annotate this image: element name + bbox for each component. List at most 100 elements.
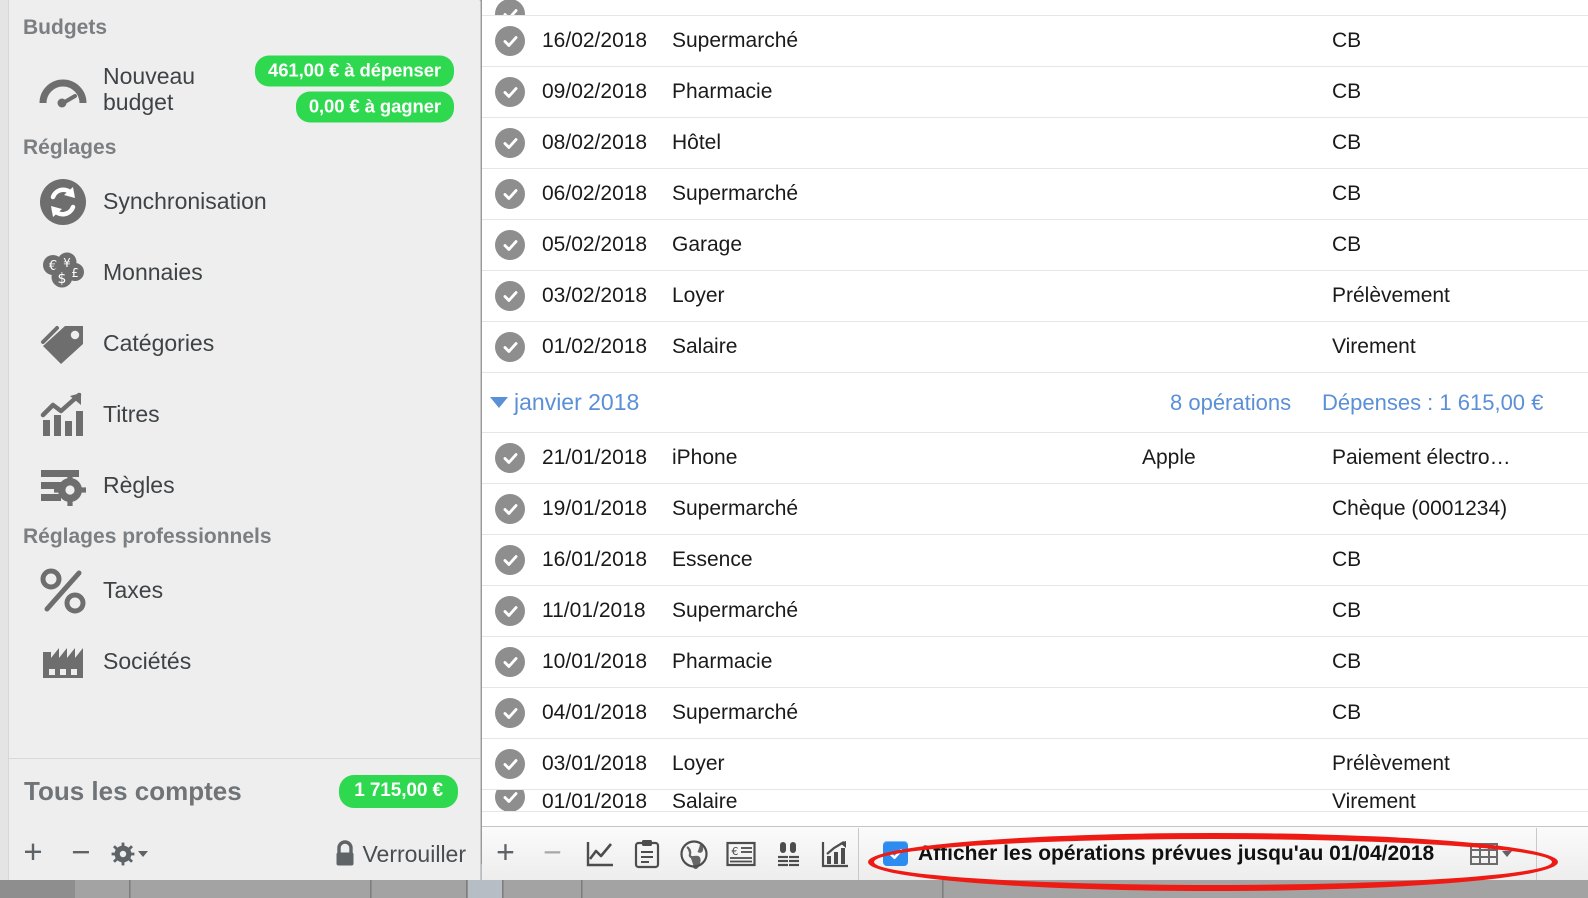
show-scheduled-checkbox[interactable]: [883, 841, 908, 866]
all-accounts-total-badge: 1 715,00 €: [339, 775, 458, 808]
cleared-check-icon: [495, 128, 525, 158]
cell-description: Salaire: [672, 335, 738, 358]
sync-icon: [37, 176, 89, 228]
cell-payment-method: CB: [1332, 548, 1362, 571]
sliders-icon[interactable]: [764, 828, 811, 880]
cell-date: 08/02/2018: [542, 131, 648, 154]
cell-date: 01/01/2018: [542, 790, 648, 812]
remove-account-button[interactable]: −: [57, 832, 105, 876]
group-month-label: janvier 2018: [514, 389, 640, 415]
table-row[interactable]: 01/01/2018 Salaire Virement: [482, 790, 1588, 812]
sidebar-item-nouveau-budget[interactable]: Nouveau budget 461,00 € à dépenser 0,00 …: [9, 46, 480, 132]
cell-payment-method: CB: [1332, 80, 1362, 103]
table-row[interactable]: 19/01/2018 Supermarché Chèque (0001234): [482, 484, 1588, 535]
table-row[interactable]: 04/01/2018 Supermarché CB: [482, 688, 1588, 739]
cleared-check-icon: [495, 332, 525, 362]
table-row[interactable]: [482, 0, 1588, 16]
cell-payment-method: CB: [1332, 599, 1362, 622]
sidebar-item-titres[interactable]: Titres: [9, 379, 480, 450]
cell-description: Hôtel: [672, 131, 722, 154]
cleared-check-icon: [495, 494, 525, 524]
sidebar-item-label: Taxes: [103, 577, 164, 604]
table-row[interactable]: 01/02/2018 Salaire Virement: [482, 322, 1588, 373]
month-group-header-january[interactable]: janvier 2018 8 opérations Dépenses : 1 6…: [482, 373, 1588, 433]
cleared-check-icon: [495, 26, 525, 56]
cleared-check-icon: [495, 179, 525, 209]
table-row[interactable]: 03/01/2018 Loyer Prélèvement: [482, 739, 1588, 790]
remove-transaction-button[interactable]: −: [529, 828, 576, 880]
coins-icon: € ¥ £ $: [37, 247, 89, 299]
table-row[interactable]: 10/01/2018 Pharmacie CB: [482, 637, 1588, 688]
cell-date: 16/02/2018: [542, 29, 648, 52]
table-row[interactable]: 21/01/2018 iPhone Apple Paiement électro…: [482, 433, 1588, 484]
lock-button[interactable]: Verrouiller: [332, 840, 466, 868]
cell-description: Supermarché: [672, 599, 799, 622]
section-title-reglages-professionnels: Réglages professionnels: [23, 525, 272, 548]
sidebar-item-label: Règles: [103, 472, 175, 499]
transaction-list[interactable]: 16/02/2018 Supermarché CB 09/02/2018 Pha…: [482, 0, 1588, 826]
sidebar-footer: Tous les comptes 1 715,00 € + − Verrouil…: [9, 758, 480, 880]
add-account-button[interactable]: +: [9, 832, 57, 876]
table-row[interactable]: 16/01/2018 Essence CB: [482, 535, 1588, 586]
show-scheduled-checkbox-row[interactable]: Afficher les opérations prévues jusqu'au…: [859, 841, 1513, 866]
account-settings-gear-button[interactable]: [105, 832, 153, 876]
globe-icon[interactable]: [670, 828, 717, 880]
add-transaction-button[interactable]: +: [482, 828, 529, 880]
cell-payment-method: CB: [1332, 701, 1362, 724]
cell-description: Supermarché: [672, 182, 799, 205]
cell-description: Salaire: [672, 790, 738, 812]
table-row[interactable]: 09/02/2018 Pharmacie CB: [482, 67, 1588, 118]
cleared-check-icon: [495, 443, 525, 473]
group-operation-count: 8 opérations: [1170, 389, 1292, 415]
cell-date: 01/02/2018: [542, 335, 648, 358]
cleared-check-icon: [495, 596, 525, 626]
sidebar-item-monnaies[interactable]: € ¥ £ $ Monnaies: [9, 237, 480, 308]
percent-icon: [37, 565, 89, 617]
gauge-icon: [37, 63, 89, 115]
table-row[interactable]: 16/02/2018 Supermarché CB: [482, 16, 1588, 67]
cell-date: 05/02/2018: [542, 233, 648, 256]
sidebar-item-regles[interactable]: Règles: [9, 450, 480, 521]
sidebar-left-edge: [0, 0, 9, 880]
table-row[interactable]: 03/02/2018 Loyer Prélèvement: [482, 271, 1588, 322]
gear-icon: [111, 842, 134, 866]
disclosure-triangle-icon[interactable]: [490, 397, 508, 408]
cell-date: 04/01/2018: [542, 701, 648, 724]
sidebar: Budgets Nouveau budget 461,00 € à dépens…: [0, 0, 481, 880]
cell-description: Supermarché: [672, 701, 799, 724]
cell-payment-method: Chèque (0001234): [1332, 497, 1508, 520]
euro-invoice-icon[interactable]: €: [717, 828, 764, 880]
cell-date: 10/01/2018: [542, 650, 648, 673]
cleared-check-icon: [495, 545, 525, 575]
cell-payment-method: CB: [1332, 29, 1362, 52]
sidebar-scroll-area[interactable]: Budgets Nouveau budget 461,00 € à dépens…: [9, 0, 480, 758]
budget-label-line1: Nouveau: [103, 62, 196, 89]
table-row[interactable]: 06/02/2018 Supermarché CB: [482, 169, 1588, 220]
sidebar-item-label: Sociétés: [103, 648, 192, 675]
table-row[interactable]: 08/02/2018 Hôtel CB: [482, 118, 1588, 169]
toolbar-divider-right: [1536, 827, 1538, 880]
lock-label: Verrouiller: [362, 840, 466, 867]
all-accounts-row[interactable]: Tous les comptes 1 715,00 €: [9, 759, 480, 808]
table-row[interactable]: 11/01/2018 Supermarché CB: [482, 586, 1588, 637]
cell-date: 03/02/2018: [542, 284, 648, 307]
cell-description: Garage: [672, 233, 743, 256]
cell-payment-method: Virement: [1332, 335, 1416, 358]
tag-icon: [37, 318, 89, 370]
line-chart-icon[interactable]: [576, 828, 623, 880]
clipboard-icon[interactable]: [623, 828, 670, 880]
bar-chart-icon[interactable]: [811, 828, 858, 880]
badge-to-earn: 0,00 € à gagner: [295, 91, 454, 123]
cell-payment-method: CB: [1332, 182, 1362, 205]
cleared-check-icon: [495, 281, 525, 311]
grid-view-button[interactable]: [1470, 842, 1513, 865]
sidebar-item-synchronisation[interactable]: Synchronisation: [9, 166, 480, 237]
cleared-check-icon: [495, 647, 525, 677]
transaction-list-panel: 16/02/2018 Supermarché CB 09/02/2018 Pha…: [482, 0, 1588, 880]
factory-icon: [37, 636, 89, 688]
sidebar-item-taxes[interactable]: Taxes: [9, 555, 480, 626]
sidebar-item-societes[interactable]: Sociétés: [9, 626, 480, 697]
table-row[interactable]: 05/02/2018 Garage CB: [482, 220, 1588, 271]
sidebar-item-categories[interactable]: Catégories: [9, 308, 480, 379]
cell-description: iPhone: [672, 446, 738, 469]
